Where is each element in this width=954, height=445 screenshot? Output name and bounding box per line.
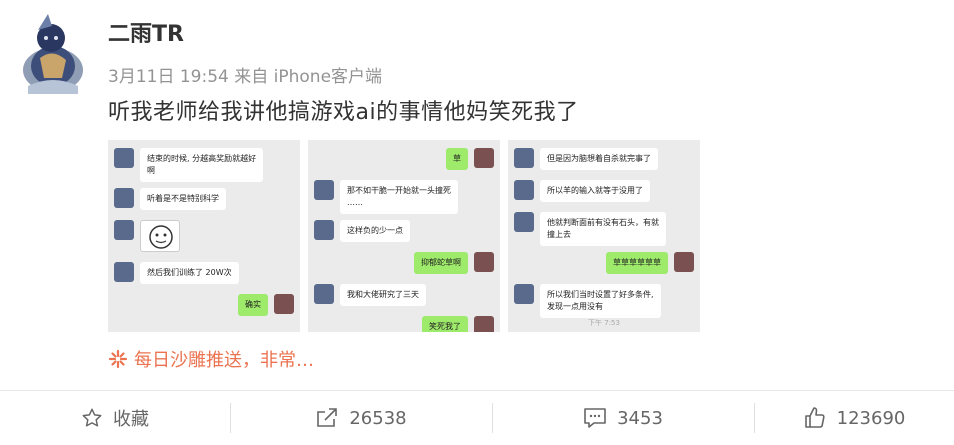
- favorite-label: 收藏: [113, 409, 149, 430]
- chat-avatar: [674, 252, 694, 272]
- avatar[interactable]: [18, 8, 88, 94]
- topic-icon: [108, 349, 128, 374]
- chat-avatar: [114, 148, 134, 168]
- chat-bubble: 确实: [238, 294, 268, 316]
- chat-bubble: 结束的时候, 分越高奖励就越好 啊: [140, 148, 264, 182]
- comment-count: 3453: [617, 407, 663, 429]
- star-icon: [82, 408, 102, 427]
- chat-avatar: [474, 316, 494, 332]
- post-text: 听我老师给我讲他搞游戏ai的事情他妈笑死我了: [108, 100, 579, 125]
- chat-bubble: 草: [446, 148, 468, 170]
- image-grid: 结束的时候, 分越高奖励就越好 啊听着是不是特别科学 然后我们训练了 20W次确实…: [108, 140, 700, 332]
- chat-bubble: 草草草草草草: [606, 252, 668, 274]
- chat-bubble: 听着是不是特别科学: [140, 188, 226, 210]
- comment-button[interactable]: 3453: [492, 391, 754, 445]
- chat-bubble: 我和大佬研究了三天: [340, 284, 426, 306]
- topic-link[interactable]: 每日沙雕推送，非常…: [108, 346, 314, 374]
- repost-count: 26538: [349, 407, 407, 429]
- chat-avatar: [114, 188, 134, 208]
- weibo-post: 二雨TR 3月11日 19:54 来自 iPhone客户端 听我老师给我讲他搞游…: [0, 0, 954, 390]
- chat-avatar: [114, 220, 134, 240]
- chat-screenshot-2[interactable]: 草那不如干脆一开始就一头撞死 …… 这样负的少一点 抑郁蛇草啊我和大佬研究了三天笑死…: [308, 140, 500, 332]
- chat-avatar: [114, 262, 134, 282]
- chat-message: 确实: [108, 294, 300, 332]
- chat-message: 笑死我了: [308, 316, 500, 332]
- username[interactable]: 二雨TR: [108, 16, 184, 48]
- thumbs-up-icon: [804, 407, 825, 428]
- action-bar: 收藏 26538 3453 123690: [0, 391, 954, 445]
- chat-avatar: [474, 252, 494, 272]
- chat-bubble: 笑死我了: [422, 316, 468, 332]
- chat-avatar: [514, 180, 534, 200]
- topic-label: 每日沙雕推送，非常…: [134, 350, 314, 371]
- chat-bubble: 他就判断面前有没有石头，有就 撞上去: [540, 212, 666, 246]
- like-button[interactable]: 123690: [754, 391, 954, 445]
- chat-avatar: [314, 220, 334, 240]
- repost-button[interactable]: 26538: [230, 391, 492, 445]
- chat-timestamp: 下午 7:53: [588, 319, 620, 327]
- chat-bubble: 那不如干脆一开始就一头撞死 ……: [340, 180, 458, 214]
- chat-message: 结束的时候, 分越高奖励就越好 啊: [108, 148, 300, 188]
- chat-avatar: [474, 148, 494, 168]
- chat-bubble: 这样负的少一点: [340, 220, 410, 242]
- chat-avatar: [514, 284, 534, 304]
- like-count: 123690: [836, 407, 906, 429]
- chat-avatar: [314, 180, 334, 200]
- chat-message: 那不如干脆一开始就一头撞死 ……: [308, 180, 500, 220]
- chat-avatar: [514, 212, 534, 232]
- meme-sticker: [140, 220, 180, 252]
- share-icon: [317, 408, 338, 427]
- chat-bubble: 然后我们训练了 20W次: [140, 262, 239, 284]
- chat-screenshot-3[interactable]: 但是因为脑想着自杀就完事了 所以羊的输入就等于没用了他就判断面前有没有石头，有就 …: [508, 140, 700, 332]
- chat-avatar: [314, 284, 334, 304]
- favorite-button[interactable]: 收藏: [0, 391, 230, 445]
- chat-message: 他就判断面前有没有石头，有就 撞上去: [508, 212, 700, 252]
- chat-avatar: [514, 148, 534, 168]
- chat-bubble: 抑郁蛇草啊: [414, 252, 468, 274]
- comment-icon: [584, 408, 606, 428]
- chat-message: [108, 220, 300, 260]
- chat-bubble: 所以羊的输入就等于没用了: [540, 180, 650, 202]
- chat-screenshot-1[interactable]: 结束的时候, 分越高奖励就越好 啊听着是不是特别科学 然后我们训练了 20W次确实: [108, 140, 300, 332]
- chat-bubble: 所以我们当时设置了好多条件, 发现一点用没有: [540, 284, 661, 318]
- chat-bubble: 但是因为脑想着自杀就完事了: [540, 148, 658, 170]
- post-meta: 3月11日 19:54 来自 iPhone客户端: [108, 67, 383, 87]
- chat-avatar: [274, 294, 294, 314]
